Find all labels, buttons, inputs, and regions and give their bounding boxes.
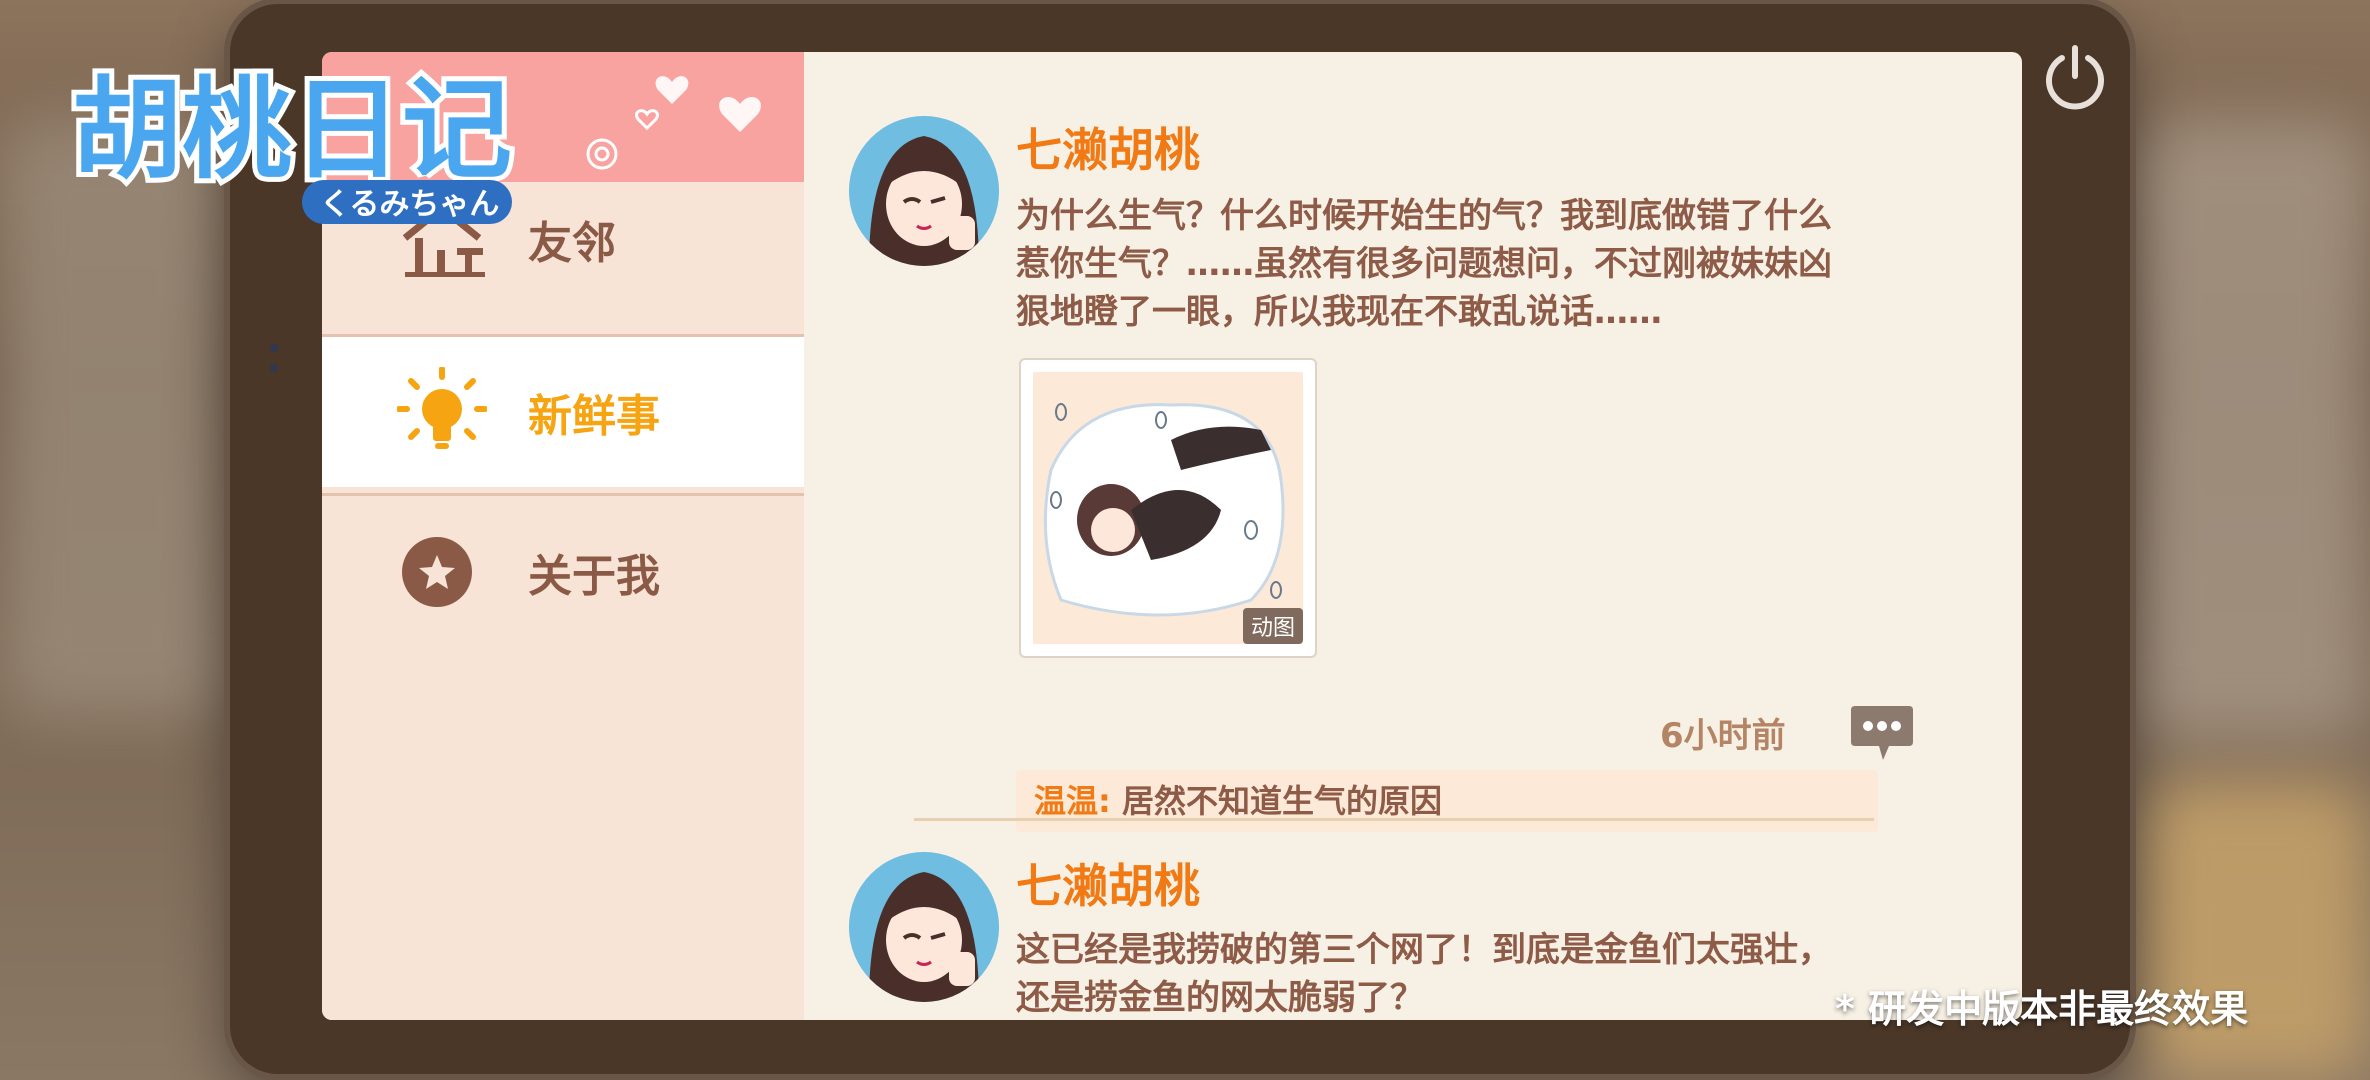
sidebar-item-about-me[interactable]: 关于我 (322, 497, 804, 647)
logo-subtitle-text: くるみちゃん (320, 187, 499, 222)
post-timestamp: 6小时前 (1660, 716, 1786, 756)
comment-text: 居然不知道生气的原因 (1110, 782, 1442, 820)
sidebar-item-label: 新鲜事 (528, 391, 660, 442)
background-blur-right (2130, 120, 2370, 740)
dev-version-watermark: * 研发中版本非最终效果 (1835, 987, 2249, 1031)
post-text: 这已经是我捞破的第三个网了！到底是金鱼们太强壮， 还是捞金鱼的网太脆弱了？ (1016, 926, 1876, 1020)
author-avatar[interactable] (849, 116, 999, 266)
post-animated-image[interactable]: 动图 (1019, 358, 1317, 658)
lightbulb-icon (397, 367, 487, 449)
post-text-line: 还是捞金鱼的网太脆弱了？ (1016, 978, 1424, 1018)
tablet-screen: 友邻 新鲜事 关于我 七濑胡桃 为什么生气？什么时候开始生的气？我到底做错了什么… (322, 52, 2022, 1020)
sidebar-item-news[interactable]: 新鲜事 (322, 337, 804, 487)
post-divider (914, 818, 1874, 821)
post-text-line: 狠地瞪了一眼，所以我现在不敢乱说话…… (1016, 292, 1662, 332)
news-feed[interactable]: 七濑胡桃 为什么生气？什么时候开始生的气？我到底做错了什么 惹你生气？……虽然有… (804, 52, 2022, 1020)
post-author-name[interactable]: 七濑胡桃 (1016, 114, 1200, 180)
power-icon[interactable] (2040, 42, 2110, 112)
sidebar-divider (322, 493, 804, 496)
post-text-line: 为什么生气？什么时候开始生的气？我到底做错了什么 (1016, 196, 1832, 236)
author-avatar[interactable] (849, 852, 999, 1002)
post-author-name[interactable]: 七濑胡桃 (1016, 850, 1200, 916)
game-logo: 胡桃日记 くるみちゃん (62, 48, 562, 238)
post-text-line: 惹你生气？……虽然有很多问题想问，不过刚被妹妹凶 (1016, 244, 1832, 284)
logo-graphic: 胡桃日记 くるみちゃん (67, 61, 517, 224)
post-text: 为什么生气？什么时候开始生的气？我到底做错了什么 惹你生气？……虽然有很多问题想… (1016, 192, 1876, 336)
star-badge-icon (402, 537, 472, 607)
tablet-camera-dot (270, 344, 278, 352)
comment-icon[interactable] (1849, 702, 1915, 764)
comment-row: 温温: 居然不知道生气的原因 (1016, 770, 1878, 832)
commenter-name[interactable]: 温温: (1034, 782, 1111, 820)
post-text-line: 这已经是我捞破的第三个网了！到底是金鱼们太强壮， (1016, 930, 1832, 970)
background-blur-floor (2140, 780, 2370, 1080)
sidebar-item-label: 关于我 (528, 551, 660, 602)
logo-title-text: 胡桃日记 (72, 66, 512, 194)
tablet-sensor-dot (270, 364, 278, 372)
gif-badge: 动图 (1242, 608, 1303, 644)
